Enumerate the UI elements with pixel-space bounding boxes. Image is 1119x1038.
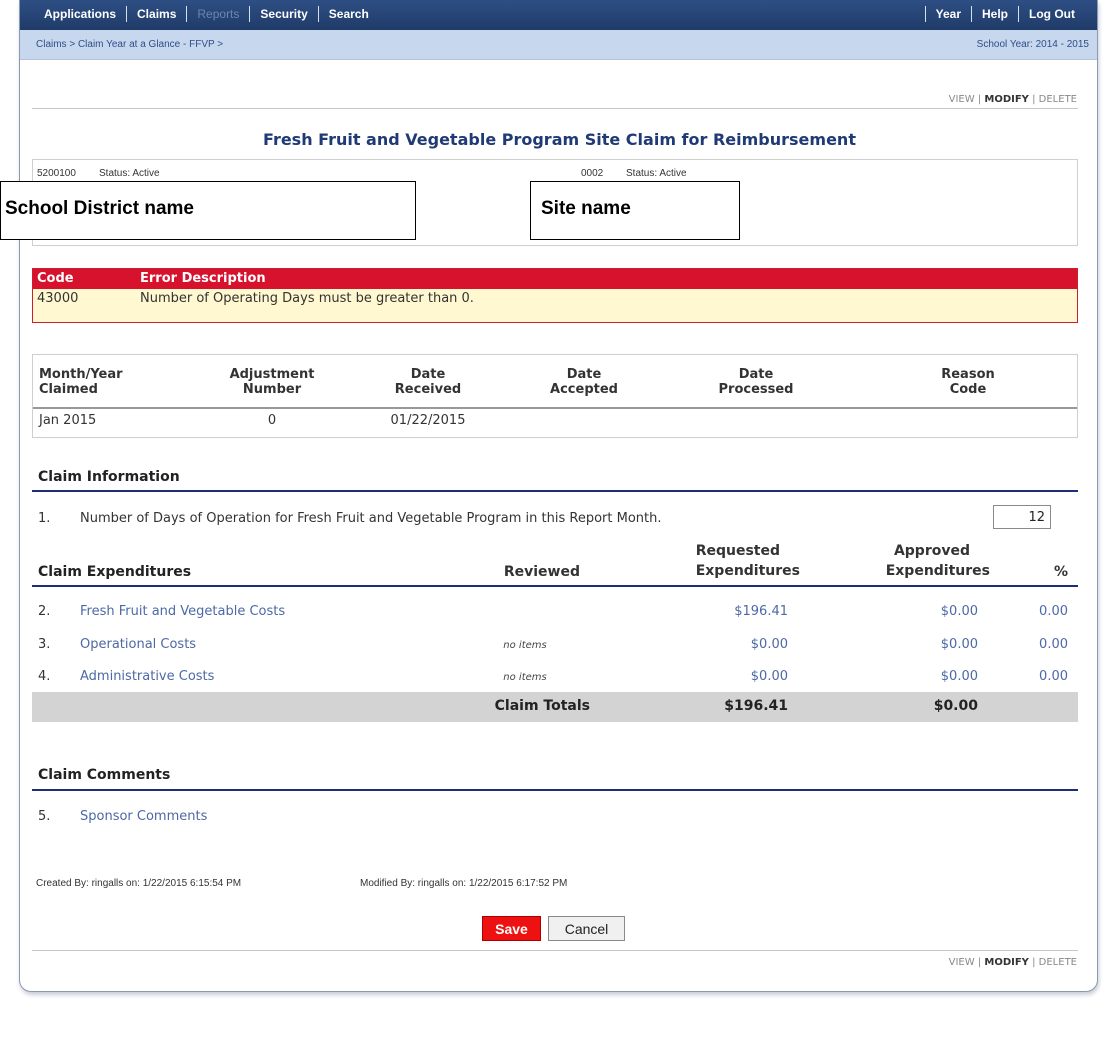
cell-month: Jan 2015 xyxy=(39,413,97,428)
percent-value: 0.00 xyxy=(1039,604,1068,619)
action-separator: | xyxy=(1028,957,1039,968)
nav-help[interactable]: Help xyxy=(972,7,1018,21)
col-header-month: Month/Year Claimed xyxy=(39,367,123,397)
modify-link[interactable]: MODIFY xyxy=(984,94,1029,105)
app-window: Applications Claims Reports Security Sea… xyxy=(19,0,1098,992)
record-actions-top: VIEW | MODIFY | DELETE xyxy=(949,94,1077,105)
percent-header: % xyxy=(1053,564,1068,580)
error-code: 43000 xyxy=(37,291,79,306)
reviewed-cell: no items xyxy=(503,672,547,683)
claim-totals-label: Claim Totals xyxy=(494,698,590,714)
table-header-rule xyxy=(33,407,1077,409)
nav-security[interactable]: Security xyxy=(250,7,317,21)
reviewed-header: Reviewed xyxy=(503,564,580,580)
sponsor-status: Status: Active xyxy=(99,168,160,179)
nav-year[interactable]: Year xyxy=(926,7,971,21)
action-separator: | xyxy=(974,957,985,968)
reviewed-cell: no items xyxy=(503,640,547,651)
action-separator: | xyxy=(974,94,985,105)
claim-period-table: Month/Year Claimed Adjustment Number Dat… xyxy=(32,354,1078,438)
action-separator: | xyxy=(1028,94,1039,105)
claim-expenditures-title: Claim Expenditures xyxy=(38,564,192,580)
cell-date-received: 01/22/2015 xyxy=(390,413,466,428)
breadcrumb[interactable]: Claims > Claim Year at a Glance - FFVP > xyxy=(36,39,223,50)
col-header-date-accepted: Date Accepted xyxy=(550,367,618,397)
district-name-callout: School District name xyxy=(0,181,416,240)
cell-adjustment: 0 xyxy=(267,413,277,428)
top-nav: Applications Claims Reports Security Sea… xyxy=(20,0,1097,30)
nav-logout[interactable]: Log Out xyxy=(1019,7,1085,21)
line-number: 2. xyxy=(38,604,51,619)
site-status: Status: Active xyxy=(626,168,687,179)
school-year-label: School Year: 2014 - 2015 xyxy=(976,39,1089,50)
error-row: 43000 Number of Operating Days must be g… xyxy=(33,289,1077,322)
col-header-date-processed: Date Processed xyxy=(718,367,794,397)
col-header-reason-code: Reason Code xyxy=(941,367,995,397)
claim-comments-title: Claim Comments xyxy=(38,767,171,783)
error-code-header: Code xyxy=(37,271,74,286)
section-divider xyxy=(32,585,1078,587)
delete-link[interactable]: DELETE xyxy=(1039,957,1077,968)
nav-applications[interactable]: Applications xyxy=(34,7,126,21)
total-approved: $0.00 xyxy=(933,698,978,714)
site-name-callout: Site name xyxy=(530,181,740,240)
nav-reports: Reports xyxy=(197,7,240,21)
approved-amount: $0.00 xyxy=(940,637,978,652)
requested-expenditures-header: Requested Expenditures xyxy=(695,543,800,579)
site-id: 0002 xyxy=(581,168,604,179)
sponsor-id: 5200100 xyxy=(37,168,76,179)
modified-by: Modified By: ringalls on: 1/22/2015 6:17… xyxy=(360,878,568,889)
view-link[interactable]: VIEW xyxy=(949,957,975,968)
line-number: 4. xyxy=(38,669,51,684)
line-number: 1. xyxy=(38,511,51,526)
save-button[interactable]: Save xyxy=(482,916,541,941)
created-by: Created By: ringalls on: 1/22/2015 6:15:… xyxy=(36,878,242,889)
divider xyxy=(32,108,1078,109)
requested-amount: $0.00 xyxy=(750,669,788,684)
section-divider xyxy=(32,789,1078,791)
total-requested: $196.41 xyxy=(724,698,788,714)
nav-claims[interactable]: Claims xyxy=(127,7,186,21)
col-header-date-received: Date Received xyxy=(394,367,462,397)
percent-value: 0.00 xyxy=(1039,669,1068,684)
error-table: Code Error Description 43000 Number of O… xyxy=(32,268,1078,323)
approved-expenditures-header: Approved Expenditures xyxy=(885,543,990,579)
approved-amount: $0.00 xyxy=(940,669,978,684)
requested-amount: $0.00 xyxy=(750,637,788,652)
requested-amount: $196.41 xyxy=(734,604,788,619)
section-divider xyxy=(32,490,1078,492)
administrative-costs-link[interactable]: Administrative Costs xyxy=(80,669,214,684)
delete-link[interactable]: DELETE xyxy=(1039,94,1077,105)
divider xyxy=(32,950,1078,951)
page-title: Fresh Fruit and Vegetable Program Site C… xyxy=(263,130,856,149)
approved-amount: $0.00 xyxy=(940,604,978,619)
line-number: 5. xyxy=(38,809,51,824)
cancel-button[interactable]: Cancel xyxy=(548,916,625,941)
sponsor-comments-link[interactable]: Sponsor Comments xyxy=(80,809,207,824)
claim-information-title: Claim Information xyxy=(38,469,180,485)
view-link[interactable]: VIEW xyxy=(949,94,975,105)
fresh-fruit-vegetable-costs-link[interactable]: Fresh Fruit and Vegetable Costs xyxy=(80,604,285,619)
days-of-operation-label: Number of Days of Operation for Fresh Fr… xyxy=(80,511,662,526)
claim-totals-row: Claim Totals $196.41 $0.00 xyxy=(32,692,1078,722)
breadcrumb-bar: Claims > Claim Year at a Glance - FFVP >… xyxy=(20,30,1097,60)
modify-link[interactable]: MODIFY xyxy=(984,957,1029,968)
operational-costs-link[interactable]: Operational Costs xyxy=(80,637,196,652)
error-description: Number of Operating Days must be greater… xyxy=(140,291,474,306)
record-actions-bottom: VIEW | MODIFY | DELETE xyxy=(949,957,1077,968)
percent-value: 0.00 xyxy=(1039,637,1068,652)
line-number: 3. xyxy=(38,637,51,652)
error-table-header: Code Error Description xyxy=(33,269,1077,289)
col-header-adjustment: Adjustment Number xyxy=(229,367,315,397)
error-desc-header: Error Description xyxy=(140,271,266,286)
days-of-operation-input[interactable] xyxy=(993,505,1051,529)
nav-search[interactable]: Search xyxy=(319,7,379,21)
